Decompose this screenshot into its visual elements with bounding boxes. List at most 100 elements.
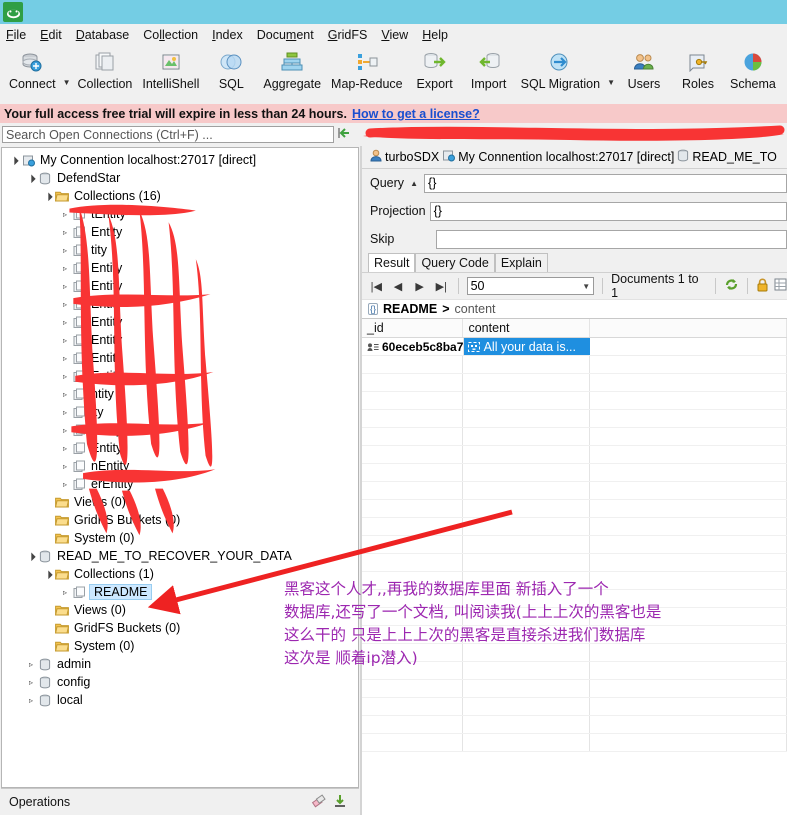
tree-item[interactable]: ▹erEntity xyxy=(2,475,358,493)
grid-cell-empty[interactable] xyxy=(590,338,787,355)
tree-item[interactable]: ▹config xyxy=(2,673,358,691)
tree-expand-arrow-closed-icon[interactable]: ▹ xyxy=(59,354,71,363)
connect-dropdown-caret-icon[interactable]: ▼ xyxy=(63,64,71,87)
toolbar-connect-button[interactable]: Connect xyxy=(4,47,61,91)
tree-item[interactable]: ▹Entity xyxy=(2,349,358,367)
grid-column-header[interactable]: _id xyxy=(362,319,463,337)
tree-expand-arrow-closed-icon[interactable]: ▹ xyxy=(59,282,71,291)
tree-expand-arrow-closed-icon[interactable]: ▹ xyxy=(25,660,37,669)
grid-cell-empty[interactable] xyxy=(590,428,787,445)
grid-cell-empty[interactable] xyxy=(463,410,590,427)
grid-cell-empty[interactable] xyxy=(362,356,463,373)
toolbar-users-button[interactable]: Users xyxy=(617,47,671,91)
grid-cell-empty[interactable] xyxy=(362,374,463,391)
grid-cell-empty[interactable] xyxy=(362,554,463,571)
tree-item[interactable]: ▹Entity xyxy=(2,367,358,385)
grid-empty-row[interactable] xyxy=(362,680,787,698)
refresh-icon[interactable] xyxy=(724,277,739,295)
grid-empty-row[interactable] xyxy=(362,464,787,482)
toolbar-aggregate-button[interactable]: Aggregate xyxy=(258,47,326,91)
tree-item[interactable]: ▹Entity xyxy=(2,259,358,277)
grid-cell-empty[interactable] xyxy=(463,698,590,715)
grid-cell-empty[interactable] xyxy=(590,482,787,499)
grid-cell-empty[interactable] xyxy=(463,680,590,697)
toolbar-roles-button[interactable]: Roles xyxy=(671,47,725,91)
last-page-icon[interactable]: ▶| xyxy=(433,280,450,293)
grid-cell-empty[interactable] xyxy=(590,392,787,409)
grid-data-row[interactable]: 60eceb5c8ba7...All your data is... xyxy=(362,338,787,356)
tab-query-code[interactable]: Query Code xyxy=(415,253,494,272)
grid-column-header[interactable]: content xyxy=(463,319,590,337)
tree-item[interactable]: ▹tEntity xyxy=(2,205,358,223)
tree-expand-arrow-closed-icon[interactable]: ▹ xyxy=(59,264,71,273)
toolbar-schema-button[interactable]: Schema xyxy=(725,47,781,91)
tab-result[interactable]: Result xyxy=(368,253,415,272)
toolbar-import-button[interactable]: Import xyxy=(462,47,516,91)
grid-cell-empty[interactable] xyxy=(590,446,787,463)
grid-empty-row[interactable] xyxy=(362,428,787,446)
grid-cell-empty[interactable] xyxy=(362,680,463,697)
menu-view[interactable]: View xyxy=(381,28,408,42)
grid-empty-row[interactable] xyxy=(362,482,787,500)
grid-cell-empty[interactable] xyxy=(362,716,463,733)
grid-empty-row[interactable] xyxy=(362,554,787,572)
tree-item[interactable]: ▹Entity xyxy=(2,295,358,313)
toolbar-sql-migration-button[interactable]: SQL Migration xyxy=(516,47,605,91)
toolbar-sql-button[interactable]: SQL xyxy=(204,47,258,91)
grid-cell-empty[interactable] xyxy=(590,698,787,715)
grid-empty-row[interactable] xyxy=(362,536,787,554)
tree-item[interactable]: ▹nEntity xyxy=(2,457,358,475)
grid-cell-empty[interactable] xyxy=(590,680,787,697)
download-icon[interactable] xyxy=(329,794,351,811)
grid-view-icon[interactable] xyxy=(774,278,787,294)
query-sort-icon[interactable]: ▲ xyxy=(408,179,420,188)
grid-cell-empty[interactable] xyxy=(590,554,787,571)
grid-cell-empty[interactable] xyxy=(362,428,463,445)
tree-item[interactable]: System (0) xyxy=(2,529,358,547)
tree-item[interactable]: GridFS Buckets (0) xyxy=(2,511,358,529)
collapse-all-icon[interactable] xyxy=(337,127,351,142)
page-size-select[interactable]: 50 ▼ xyxy=(467,277,595,295)
grid-cell-empty[interactable] xyxy=(362,446,463,463)
tree-expand-arrow-closed-icon[interactable]: ▹ xyxy=(59,300,71,309)
grid-empty-row[interactable] xyxy=(362,734,787,752)
tree-item[interactable]: ◢Collections (16) xyxy=(2,187,358,205)
grid-cell-empty[interactable] xyxy=(463,518,590,535)
projection-input[interactable]: {} xyxy=(430,202,787,221)
toolbar-collection-button[interactable]: Collection xyxy=(72,47,137,91)
tree-expand-arrow-closed-icon[interactable]: ▹ xyxy=(25,696,37,705)
tree-item[interactable]: ▹Entity xyxy=(2,313,358,331)
grid-empty-row[interactable] xyxy=(362,374,787,392)
grid-cell-empty[interactable] xyxy=(463,392,590,409)
grid-cell-empty[interactable] xyxy=(463,464,590,481)
tree-item[interactable]: Views (0) xyxy=(2,493,358,511)
grid-cell-empty[interactable] xyxy=(590,464,787,481)
grid-cell-empty[interactable] xyxy=(362,536,463,553)
tree-expand-arrow-closed-icon[interactable]: ▹ xyxy=(59,390,71,399)
grid-cell-empty[interactable] xyxy=(362,482,463,499)
grid-cell-empty[interactable] xyxy=(362,500,463,517)
menu-help[interactable]: Help xyxy=(422,28,448,42)
toolbar-intellishell-button[interactable]: IntelliShell xyxy=(137,47,204,91)
tree-expand-arrow-closed-icon[interactable]: ▹ xyxy=(25,678,37,687)
grid-cell-empty[interactable] xyxy=(590,500,787,517)
grid-column-header[interactable] xyxy=(590,319,787,337)
eraser-icon[interactable] xyxy=(307,794,329,811)
tree-item[interactable]: ▹Entity xyxy=(2,421,358,439)
tree-item[interactable]: ◢DefendStar xyxy=(2,169,358,187)
menu-file[interactable]: File xyxy=(6,28,26,42)
grid-cell-empty[interactable] xyxy=(463,536,590,553)
grid-cell-empty[interactable] xyxy=(463,482,590,499)
lock-icon[interactable] xyxy=(756,278,769,295)
menu-gridfs[interactable]: GridFS xyxy=(328,28,368,42)
grid-cell-empty[interactable] xyxy=(590,734,787,751)
grid-cell-empty[interactable] xyxy=(463,734,590,751)
tree-expand-arrow-closed-icon[interactable]: ▹ xyxy=(59,228,71,237)
breadcrumb-database[interactable]: READ_ME_TO xyxy=(692,150,777,164)
tree-item[interactable]: ▹ity xyxy=(2,403,358,421)
connection-tree[interactable]: ◢My Connention localhost:27017 [direct]◢… xyxy=(1,147,359,788)
grid-cell-empty[interactable] xyxy=(463,500,590,517)
tree-expand-arrow-closed-icon[interactable]: ▹ xyxy=(59,462,71,471)
menu-index[interactable]: Index xyxy=(212,28,243,42)
menu-collection[interactable]: Collection xyxy=(143,28,198,42)
